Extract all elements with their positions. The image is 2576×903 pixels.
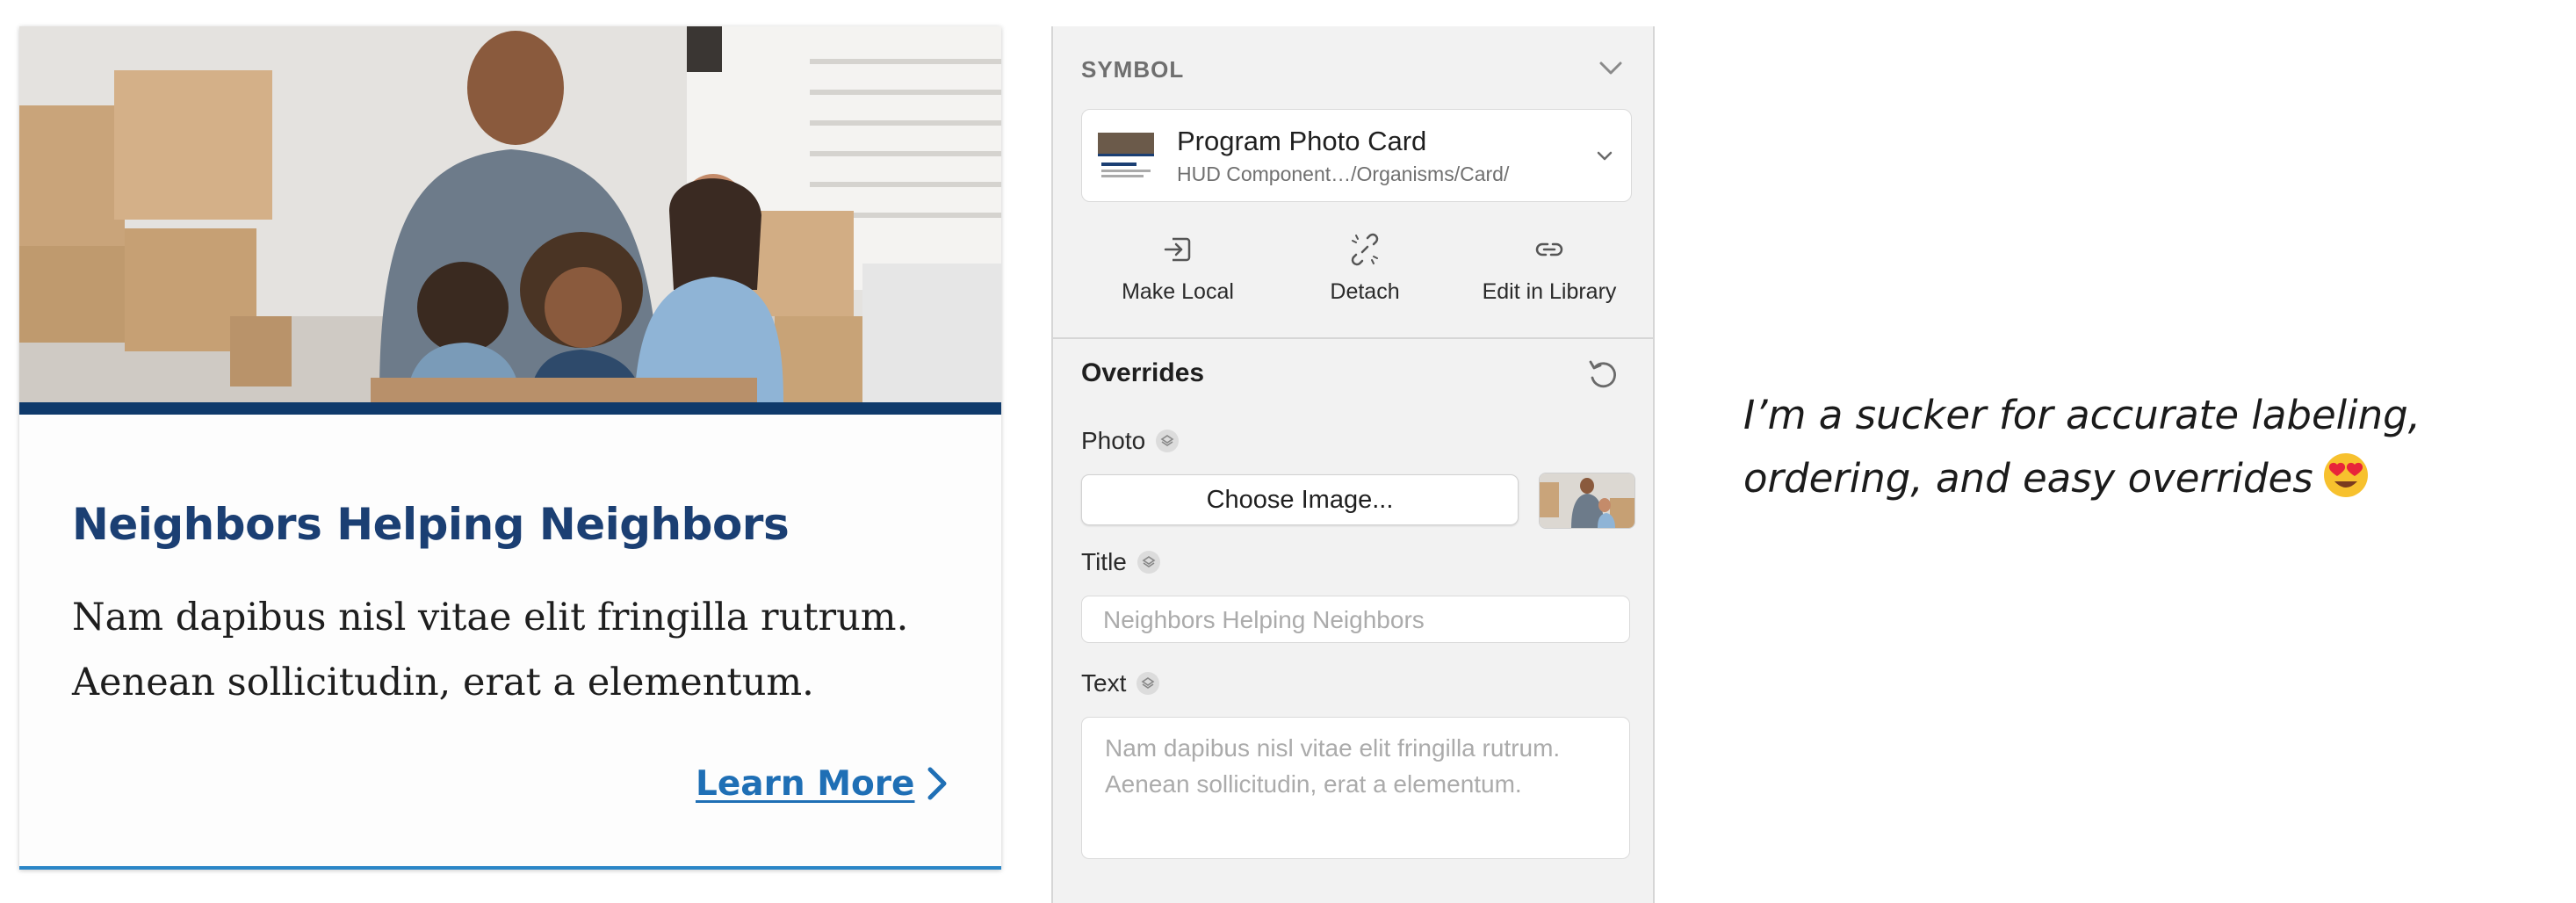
photo-label-text: Photo xyxy=(1081,427,1146,454)
symbol-thumbnail-icon xyxy=(1094,129,1158,184)
layers-icon xyxy=(1136,672,1160,695)
chevron-right-icon xyxy=(927,767,947,800)
layers-icon xyxy=(1136,551,1160,574)
photo-field-label: Photo xyxy=(1081,427,1180,455)
card-photo xyxy=(19,26,1001,402)
card-title: Neighbors Helping Neighbors xyxy=(72,499,790,550)
symbol-path: HUD Component…/Organisms/Card/ xyxy=(1177,163,1510,185)
card-body-text: Nam dapibus nisl vitae elit fringilla ru… xyxy=(72,596,909,704)
layers-icon xyxy=(1156,430,1180,452)
edit-in-library-button[interactable]: Edit in Library xyxy=(1461,232,1637,305)
inspector-panel: SYMBOL Program Photo Card HUD Component…… xyxy=(1051,26,1655,903)
make-local-icon xyxy=(1164,237,1191,262)
card-accent-bar xyxy=(19,402,1001,415)
detach-button[interactable]: Detach xyxy=(1277,232,1453,305)
photo-thumbnail[interactable] xyxy=(1539,473,1635,529)
edit-in-library-label: Edit in Library xyxy=(1482,279,1617,304)
symbol-section-label: SYMBOL xyxy=(1081,56,1185,83)
learn-more-link[interactable]: Learn More xyxy=(696,757,948,810)
text-override-textarea[interactable]: Nam dapibus nisl vitae elit fringilla ru… xyxy=(1081,717,1630,859)
chevron-down-icon[interactable] xyxy=(1598,60,1624,77)
family-photo-image xyxy=(19,26,1001,402)
program-photo-card: Neighbors Helping Neighbors Nam dapibus … xyxy=(19,26,1001,870)
caption-text: I’m a sucker for accurate labeling, orde… xyxy=(1743,392,2421,502)
reset-overrides-icon[interactable] xyxy=(1584,357,1621,394)
chevron-down-icon[interactable] xyxy=(1596,150,1613,163)
symbol-name: Program Photo Card xyxy=(1177,126,1427,156)
title-label-text: Title xyxy=(1081,548,1127,575)
photo-thumbnail-image xyxy=(1540,473,1634,528)
edit-in-library-icon xyxy=(1535,242,1563,256)
make-local-label: Make Local xyxy=(1122,279,1234,304)
overrides-heading: Overrides xyxy=(1081,358,1205,387)
heart-eyes-emoji-icon xyxy=(2323,453,2368,497)
title-field-label: Title xyxy=(1081,548,1160,576)
text-field-label: Text xyxy=(1081,669,1160,697)
choose-image-button[interactable]: Choose Image... xyxy=(1081,474,1519,525)
learn-more-label[interactable]: Learn More xyxy=(696,764,914,804)
text-label-text: Text xyxy=(1081,669,1127,697)
symbol-selector[interactable]: Program Photo Card HUD Component…/Organi… xyxy=(1081,109,1632,202)
make-local-button[interactable]: Make Local xyxy=(1090,232,1266,305)
panel-divider xyxy=(1053,337,1653,339)
title-override-input[interactable]: Neighbors Helping Neighbors xyxy=(1081,596,1630,643)
detach-icon xyxy=(1351,233,1379,266)
caption: I’m a sucker for accurate labeling, orde… xyxy=(1743,384,2534,510)
detach-label: Detach xyxy=(1330,279,1400,304)
